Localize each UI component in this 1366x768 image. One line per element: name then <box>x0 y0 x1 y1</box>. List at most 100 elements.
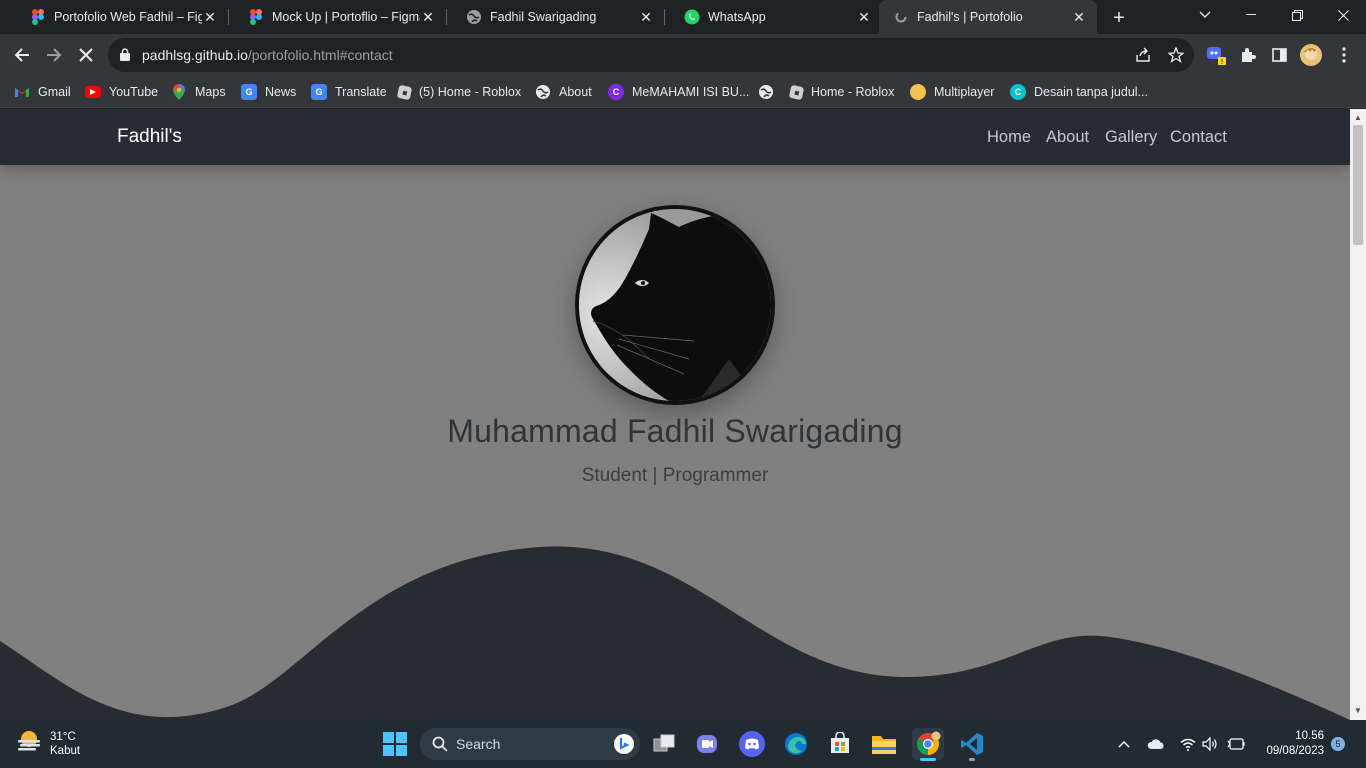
clock-time: 10.56 <box>1295 730 1324 742</box>
store-icon[interactable] <box>824 728 856 760</box>
tab-title: Portofolio Web Fadhil – Figma <box>54 10 202 24</box>
whatsapp-icon <box>684 9 700 25</box>
close-window-icon[interactable] <box>1320 0 1366 30</box>
globe-icon <box>535 84 551 100</box>
scroll-down-icon[interactable]: ▼ <box>1354 707 1362 715</box>
address-bar[interactable]: padhlsg.github.io/portofolio.html#contac… <box>108 38 1194 72</box>
profile-photo <box>575 205 775 405</box>
tab-title: Mock Up | Portoflio – Figma <box>272 10 420 24</box>
system-clock[interactable]: 10.56 09/08/2023 <box>1250 729 1324 759</box>
active-app-indicator <box>920 758 936 761</box>
news-icon: G <box>241 84 257 100</box>
wifi-icon[interactable] <box>1178 734 1198 754</box>
tab-figma-mockup[interactable]: Mock Up | Portoflio – Figma ✕ <box>228 0 446 34</box>
nav-contact[interactable]: Contact <box>1170 128 1227 147</box>
chrome-taskbar-icon[interactable] <box>912 728 944 761</box>
tab-title: Fadhil Swarigading <box>490 10 597 24</box>
teams-chat-icon[interactable] <box>692 728 724 760</box>
open-app-indicator <box>969 758 975 761</box>
hero-name: Muhammad Fadhil Swarigading <box>447 413 903 449</box>
bookmark-gmail[interactable]: Gmail <box>14 82 71 102</box>
tab-fadhil-swarigading[interactable]: Fadhil Swarigading ✕ <box>446 0 664 34</box>
svg-text:!: ! <box>1221 58 1224 66</box>
tab-search-icon[interactable] <box>1182 0 1228 30</box>
bookmark-youtube[interactable]: YouTube <box>85 82 158 102</box>
bookmark-label: Multiplayer <box>934 85 995 99</box>
bookmark-news[interactable]: G News <box>241 82 296 102</box>
menu-kebab-icon[interactable] <box>1333 44 1355 66</box>
side-panel-icon[interactable] <box>1268 44 1290 66</box>
site-brand[interactable]: Fadhil's <box>117 126 182 148</box>
nav-about[interactable]: About <box>1046 128 1089 147</box>
bookmark-roblox-home-5[interactable]: (5) Home - Roblox <box>396 82 522 102</box>
tab-figma-portofolio[interactable]: Portofolio Web Fadhil – Figma ✕ <box>10 0 228 34</box>
file-explorer-icon[interactable] <box>868 728 900 760</box>
bookmark-star-icon[interactable] <box>1167 46 1185 64</box>
profile-avatar-icon[interactable] <box>1300 44 1322 66</box>
search-placeholder: Search <box>456 736 501 752</box>
weather-widget[interactable]: 31°C Kabut <box>16 729 80 758</box>
bookmark-label: Gmail <box>38 85 71 99</box>
youtube-icon <box>85 86 101 98</box>
roblox-icon <box>396 84 413 100</box>
tab-whatsapp[interactable]: WhatsApp ✕ <box>664 0 882 34</box>
scrollbar-thumb[interactable] <box>1353 125 1363 245</box>
extensions-puzzle-icon[interactable] <box>1237 44 1259 66</box>
back-icon[interactable] <box>10 43 34 67</box>
notification-badge[interactable]: 5 <box>1331 737 1345 751</box>
minimize-icon[interactable] <box>1228 0 1274 30</box>
multiplayer-icon <box>910 84 926 100</box>
bookmark-memahami[interactable]: C MeMAHAMI ISI BU... <box>608 82 749 102</box>
bookmark-label: Home - Roblox <box>811 85 895 99</box>
bookmark-label: MeMAHAMI ISI BU... <box>632 85 750 99</box>
bookmark-label: About <box>559 85 592 99</box>
globe-icon <box>758 84 774 100</box>
task-view-icon[interactable] <box>648 728 680 760</box>
hero-subtitle: Student | Programmer <box>581 465 769 486</box>
nav-home[interactable]: Home <box>987 128 1031 147</box>
taskbar-search[interactable]: Search <box>420 728 640 760</box>
bookmark-maps[interactable]: Maps <box>171 82 226 102</box>
share-icon[interactable] <box>1134 46 1152 64</box>
volume-icon[interactable] <box>1200 734 1220 754</box>
bookmark-label: News <box>265 85 297 99</box>
bookmark-label: Desain tanpa judul... <box>1034 85 1148 99</box>
bookmark-translate[interactable]: G Translate <box>311 82 387 102</box>
scroll-up-icon[interactable]: ▲ <box>1354 114 1362 122</box>
extension-badge-icon[interactable]: ! <box>1206 44 1228 66</box>
bookmark-about[interactable]: About <box>535 82 592 102</box>
page-scrollbar[interactable]: ▲ ▼ <box>1350 109 1366 720</box>
restore-icon[interactable] <box>1274 0 1320 30</box>
bookmark-desain[interactable]: C Desain tanpa judul... <box>1010 82 1148 102</box>
nav-gallery[interactable]: Gallery <box>1105 128 1157 147</box>
close-icon[interactable]: ✕ <box>856 9 872 25</box>
gmail-icon <box>14 84 30 100</box>
edge-icon[interactable] <box>780 728 812 760</box>
bookmark-label: Translate <box>335 85 387 99</box>
hero-wave <box>0 546 1350 720</box>
vscode-icon[interactable] <box>956 728 988 761</box>
battery-charging-icon[interactable] <box>1226 734 1246 754</box>
new-tab-icon[interactable]: + <box>1108 7 1130 29</box>
bing-icon[interactable] <box>614 734 634 754</box>
bookmark-globe[interactable] <box>758 82 782 102</box>
bookmark-multiplayer[interactable]: Multiplayer <box>910 82 994 102</box>
tab-fadhils-portofolio[interactable]: Fadhil's | Portofolio ✕ <box>879 0 1097 34</box>
bookmark-roblox-home[interactable]: Home - Roblox <box>788 82 895 102</box>
start-button[interactable] <box>379 728 411 760</box>
page-viewport: Fadhil's Home About Gallery Contact Muha… <box>0 109 1350 720</box>
bookmark-label: (5) Home - Roblox <box>419 85 522 99</box>
stop-loading-icon[interactable] <box>74 43 98 67</box>
figma-icon <box>30 9 46 25</box>
chevron-up-icon[interactable] <box>1114 734 1134 754</box>
close-icon[interactable]: ✕ <box>638 9 654 25</box>
close-icon[interactable]: ✕ <box>1071 9 1087 25</box>
forward-icon[interactable] <box>42 43 66 67</box>
discord-icon[interactable] <box>736 728 768 760</box>
close-icon[interactable]: ✕ <box>202 9 218 25</box>
onedrive-cloud-icon[interactable] <box>1146 734 1166 754</box>
bookmarks-bar: Gmail YouTube Maps G News G Translate (5… <box>0 76 1366 108</box>
tab-strip: Portofolio Web Fadhil – Figma ✕ Mock Up … <box>0 0 1366 34</box>
close-icon[interactable]: ✕ <box>420 9 436 25</box>
windows-taskbar: 31°C Kabut Search 10.56 09/08/2023 5 <box>0 720 1366 768</box>
